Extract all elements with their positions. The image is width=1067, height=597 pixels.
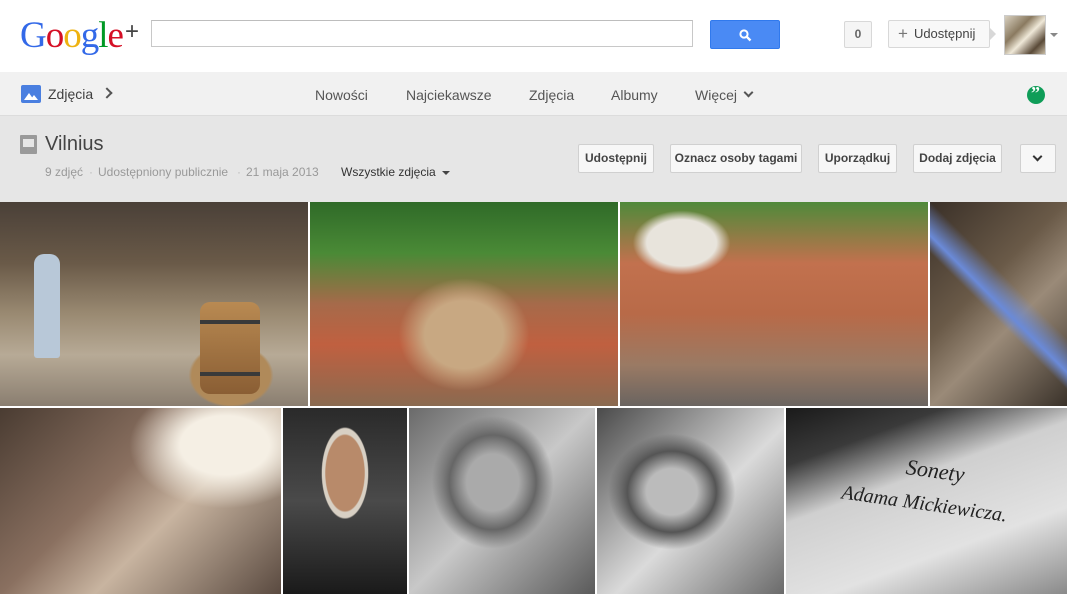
skull-sculpture-photo[interactable] [409,408,595,594]
organize-button[interactable]: Uporządkuj [818,144,897,173]
notifications-count[interactable]: 0 [844,21,872,48]
wooden-beams-photo[interactable] [0,408,281,594]
sonety-book-photo[interactable]: Sonety Adama Mickiewicza. [786,408,1067,594]
logo-letter: o [45,15,64,56]
more-options-button[interactable] [1020,144,1056,173]
section-title[interactable]: Zdjęcia [48,86,93,102]
google-plus-logo[interactable]: Google+ [20,14,139,57]
album-date: 21 maja 2013 [246,165,319,179]
top-bar: Google+ 0 + Udostępnij [0,0,1067,72]
search-button[interactable] [710,20,780,49]
photo-detail [34,254,60,358]
tower-interior-photo[interactable] [930,202,1067,406]
logo-letter: l [98,15,108,56]
photo-detail [200,302,260,394]
skull-sculpture-2-photo[interactable] [597,408,784,594]
tag-people-button[interactable]: Oznacz osoby tagami [670,144,802,173]
add-photos-button[interactable]: Dodaj zdjęcia [913,144,1002,173]
tab-albumy[interactable]: Albumy [611,87,658,103]
tab-najciekawsze[interactable]: Najciekawsze [406,87,492,103]
avatar[interactable] [1004,15,1046,55]
album-header [0,116,1067,202]
logo-letter: o [63,15,81,56]
arched-window-photo[interactable] [283,408,407,594]
visibility-label[interactable]: Udostępniony publicznie [98,165,228,179]
tab-zdjecia[interactable]: Zdjęcia [529,87,574,103]
search-input[interactable] [151,20,693,47]
filter-dropdown[interactable]: Wszystkie zdjęcia [341,165,436,179]
caret-down-icon[interactable] [442,171,450,175]
rooftops-church-photo[interactable] [310,202,618,406]
photo-count: 9 zdjęć [45,165,84,179]
tab-nowosci[interactable]: Nowości [315,87,368,103]
book-text: Adama Mickiewicza. [840,481,1009,527]
book-text: Sonety [904,454,967,487]
album-icon [20,135,37,154]
old-town-rooftops-photo[interactable] [620,202,928,406]
photos-icon [21,85,41,103]
tab-wiecej[interactable]: Więcej [695,87,737,103]
logo-plus: + [124,18,139,45]
logo-letter: e [107,15,124,56]
hangouts-icon[interactable] [1027,83,1045,104]
street-cafe-photo[interactable] [0,202,308,406]
logo-letter: G [20,15,47,56]
album-title: Vilnius [45,133,104,155]
share-album-button[interactable]: Udostępnij [578,144,654,173]
caret-down-icon[interactable] [1050,33,1058,37]
logo-letter: g [80,15,99,56]
share-label: Udostępnij [913,26,976,41]
separator-dot: · [237,165,241,179]
separator-dot: · [89,165,93,179]
share-button[interactable]: + Udostępnij [888,20,996,48]
search-icon [739,29,752,42]
plus-icon: + [898,24,908,43]
